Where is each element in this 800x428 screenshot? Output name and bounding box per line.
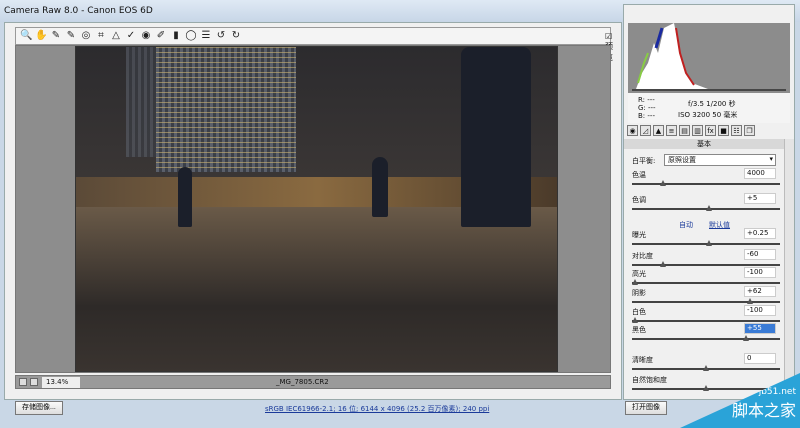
tab-hsl[interactable]: ≡	[666, 125, 677, 136]
slider-thumb[interactable]	[632, 279, 638, 285]
person-umbrella	[178, 167, 192, 227]
slider-thumb[interactable]	[632, 317, 638, 323]
panel-tabs: ◉ ◿ ▲ ≡ ▤ ▥ fx ■ ☷ ❐	[624, 125, 796, 138]
preferences-icon[interactable]: ☰	[200, 30, 212, 42]
tab-snapshots[interactable]: ❐	[744, 125, 755, 136]
filename: _MG_7805.CR2	[276, 378, 329, 386]
zoom-icon[interactable]: 🔍	[20, 30, 32, 42]
save-image-button[interactable]: 存储图像...	[15, 401, 63, 415]
iso-info: ISO 3200 50 毫米	[678, 111, 738, 119]
slider-label: 自然饱和度	[632, 376, 667, 384]
slider-track[interactable]	[632, 183, 780, 185]
watermark-name: 脚本之家	[731, 401, 796, 420]
rgb-readout: R: --- G: --- B: ---	[638, 96, 656, 120]
tab-presets[interactable]: ☷	[731, 125, 742, 136]
slider-value-input[interactable]: +0.25	[744, 228, 776, 239]
auto-link[interactable]: 自动	[679, 220, 693, 230]
workflow-options-link[interactable]: sRGB IEC61966-2.1; 16 位; 6144 x 4096 (25…	[265, 404, 489, 414]
window-title: Camera Raw 8.0 - Canon EOS 6D	[4, 6, 153, 16]
slider-label: 高光	[632, 270, 646, 278]
building-lights	[156, 47, 296, 172]
toolbar: ☑ 预览 🔍✋✎✎◎⌗△✓◉✐▮◯☰↺↻	[15, 27, 613, 62]
tab-basic[interactable]: ◉	[627, 125, 638, 136]
zoom-level-select[interactable]: 13.4%	[42, 377, 80, 388]
slider-track[interactable]	[632, 320, 780, 322]
tab-split-toning[interactable]: ▤	[679, 125, 690, 136]
slider-track[interactable]	[632, 301, 780, 303]
main-area: ☑ 预览 🔍✋✎✎◎⌗△✓◉✐▮◯☰↺↻ 13.4% _MG_7805.CR2	[4, 22, 622, 400]
slider-label: 白色	[632, 308, 646, 316]
wet-floor	[76, 207, 557, 371]
b-value: B: ---	[638, 112, 655, 120]
adjustment-brush-icon[interactable]: ✐	[155, 30, 167, 42]
straighten-icon[interactable]: △	[110, 30, 122, 42]
photo-preview	[75, 46, 558, 372]
radial-filter-icon[interactable]: ◯	[185, 30, 197, 42]
image-canvas[interactable]	[15, 45, 611, 373]
slider-value-input[interactable]: +62	[744, 286, 776, 297]
exposure-info: f/3.5 1/200 秒	[688, 100, 736, 108]
white-balance-icon[interactable]: ✎	[50, 30, 62, 42]
panel-scrollbar[interactable]	[784, 139, 794, 399]
slider-track[interactable]	[632, 282, 780, 284]
open-image-button[interactable]: 打开图像	[625, 401, 667, 415]
histogram-graph	[632, 23, 786, 91]
slider-thumb[interactable]	[747, 298, 754, 304]
right-panel: R: --- G: --- B: --- f/3.5 1/200 秒 ISO 3…	[623, 4, 795, 400]
slider-label: 清晰度	[632, 356, 653, 364]
tab-lens[interactable]: ▥	[692, 125, 703, 136]
slider-value-input[interactable]: -100	[744, 267, 776, 278]
slider-thumb[interactable]	[742, 335, 749, 341]
graduated-filter-icon[interactable]: ▮	[170, 30, 182, 42]
crop-icon[interactable]: ⌗	[95, 30, 107, 42]
slider-label: 黑色	[632, 326, 646, 334]
slider-label: 阴影	[632, 289, 646, 297]
building	[126, 47, 156, 157]
slider-value-input[interactable]: +5	[744, 193, 776, 204]
slider-thumb[interactable]	[705, 205, 712, 211]
slider-thumb[interactable]	[660, 180, 667, 186]
slider-thumb[interactable]	[703, 385, 709, 391]
color-sampler-icon[interactable]: ✎	[65, 30, 77, 42]
tab-detail[interactable]: ▲	[653, 125, 664, 136]
chevron-down-icon: ▾	[769, 155, 773, 163]
r-value: R: ---	[638, 96, 655, 104]
histogram	[628, 23, 790, 93]
wb-label: 白平衡:	[632, 157, 656, 165]
spot-removal-icon[interactable]: ✓	[125, 30, 137, 42]
red-eye-icon[interactable]: ◉	[140, 30, 152, 42]
wb-value: 原照设置	[668, 156, 696, 164]
slider-value-input[interactable]: 4000	[744, 168, 776, 179]
slider-value-input[interactable]: 0	[744, 353, 776, 364]
zoom-in-button[interactable]	[30, 378, 38, 386]
default-link[interactable]: 默认值	[709, 220, 730, 230]
hand-icon[interactable]: ✋	[35, 30, 47, 42]
g-value: G: ---	[638, 104, 656, 112]
slider-track[interactable]	[632, 338, 780, 340]
slider-thumb[interactable]	[660, 261, 667, 267]
tab-camera-calibration[interactable]: ■	[718, 125, 729, 136]
rotate-ccw-icon[interactable]: ↺	[215, 30, 227, 42]
slider-label: 色温	[632, 171, 646, 179]
slider-thumb[interactable]	[703, 365, 709, 371]
slider-label: 对比度	[632, 252, 653, 260]
slider-label: 曝光	[632, 231, 646, 239]
tab-tone-curve[interactable]: ◿	[640, 125, 651, 136]
person-umbrella	[372, 157, 388, 217]
slider-thumb[interactable]	[705, 240, 712, 246]
slider-label: 色调	[632, 196, 646, 204]
slider-value-input[interactable]: -100	[744, 305, 776, 316]
target-adjust-icon[interactable]: ◎	[80, 30, 92, 42]
zoom-out-button[interactable]	[19, 378, 27, 386]
white-balance-select[interactable]: 原照设置 ▾	[664, 154, 776, 166]
panel-title: 基本	[624, 139, 784, 149]
tab-effects[interactable]: fx	[705, 125, 716, 136]
person-walking	[461, 47, 531, 227]
status-bar: 13.4% _MG_7805.CR2	[15, 375, 611, 389]
slider-value-input[interactable]: +55	[744, 323, 776, 334]
rotate-cw-icon[interactable]: ↻	[230, 30, 242, 42]
slider-track[interactable]	[632, 264, 780, 266]
camera-info: R: --- G: --- B: --- f/3.5 1/200 秒 ISO 3…	[628, 93, 790, 123]
slider-value-input[interactable]: -60	[744, 249, 776, 260]
